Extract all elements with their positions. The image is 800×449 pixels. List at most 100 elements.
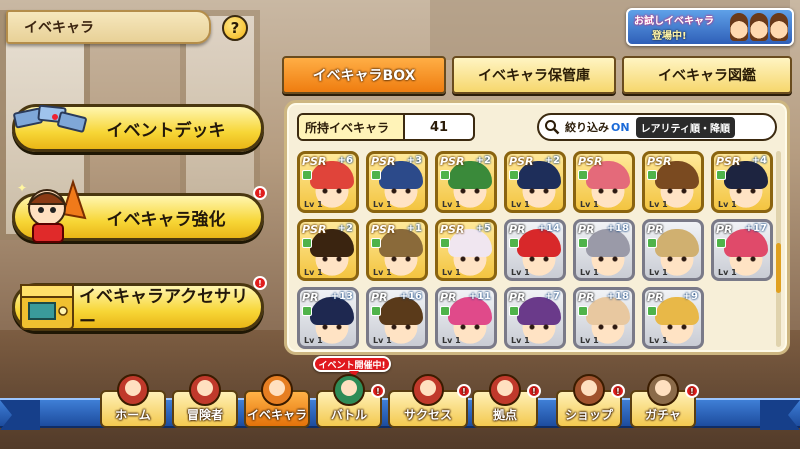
- bonus-plus-value: +17: [744, 223, 767, 234]
- character-card[interactable]: PSR +2 Lv 1: [504, 151, 566, 213]
- page-title-scroll: イベキャラ: [6, 10, 211, 44]
- character-card[interactable]: PR +17 Lv 1: [711, 219, 773, 281]
- level-label: Lv 1: [649, 268, 668, 277]
- rarity-badge: PSR: [302, 155, 327, 168]
- event-character-enhance-button[interactable]: ✦ イベキャラ強化 !: [12, 178, 267, 243]
- gacha-icon: [647, 374, 679, 406]
- character-eyes: [598, 324, 618, 330]
- level-label: Lv 1: [304, 268, 323, 277]
- category-icon: [509, 306, 519, 316]
- nav-shop[interactable]: ショップ!: [556, 374, 625, 428]
- filter-sort-button[interactable]: 絞り込み ON レアリティ順・降順: [537, 113, 777, 141]
- help-button[interactable]: ?: [222, 15, 248, 41]
- level-label: Lv 1: [580, 268, 599, 277]
- treasure-chest-icon: [20, 284, 74, 330]
- nav-base[interactable]: 拠点!: [472, 374, 541, 428]
- home-icon: [117, 374, 149, 406]
- event-deck-button[interactable]: イベントデッキ: [12, 104, 264, 152]
- tab-event-character-encyclopedia[interactable]: イベキャラ図鑑: [622, 56, 792, 94]
- character-card[interactable]: PSR +6 Lv 1: [297, 151, 359, 213]
- nav-event-character[interactable]: イベキャラ: [244, 374, 310, 428]
- rarity-badge: PR: [440, 291, 457, 304]
- character-eyes: [529, 256, 549, 262]
- bonus-plus-value: +16: [399, 291, 422, 302]
- level-label: Lv 1: [718, 268, 737, 277]
- character-eyes: [736, 188, 756, 194]
- category-icon: [371, 170, 381, 180]
- character-card[interactable]: PSR +3 Lv 1: [366, 151, 428, 213]
- character-card[interactable]: PR Lv 1: [642, 219, 704, 281]
- character-card[interactable]: PR +13 Lv 1: [297, 287, 359, 349]
- nav-home[interactable]: ホーム: [100, 374, 166, 428]
- category-icon: [302, 306, 312, 316]
- character-card[interactable]: PR +16 Lv 1: [366, 287, 428, 349]
- deck-cards-icon: [13, 104, 87, 133]
- character-card[interactable]: PSR +1 Lv 1: [366, 219, 428, 281]
- rarity-badge: PSR: [371, 155, 396, 168]
- shop-icon: [573, 374, 605, 406]
- svg-text:✦: ✦: [17, 181, 27, 195]
- character-card[interactable]: PSR +5 Lv 1: [435, 219, 497, 281]
- level-label: Lv 1: [718, 200, 737, 209]
- event-character-accessory-button[interactable]: イベキャラアクセサリー !: [12, 276, 267, 332]
- tab-event-character-storage[interactable]: イベキャラ保管庫: [452, 56, 616, 94]
- nav-success[interactable]: サクセス!: [388, 374, 471, 428]
- category-icon: [371, 238, 381, 248]
- filter-state: ON: [611, 120, 630, 134]
- level-label: Lv 1: [649, 200, 668, 209]
- character-card[interactable]: PR +11 Lv 1: [435, 287, 497, 349]
- level-label: Lv 1: [373, 268, 392, 277]
- notice-badge: !: [253, 276, 267, 290]
- rarity-badge: PSR: [302, 223, 327, 236]
- character-card[interactable]: PR +18 Lv 1: [573, 287, 635, 349]
- rarity-badge: PR: [647, 223, 664, 236]
- notice-badge: !: [253, 186, 267, 200]
- character-card[interactable]: PR +18 Lv 1: [573, 219, 635, 281]
- character-card[interactable]: PSR +2 Lv 1: [297, 219, 359, 281]
- character-card[interactable]: PR +7 Lv 1: [504, 287, 566, 349]
- bonus-plus-value: +1: [406, 223, 422, 234]
- level-label: Lv 1: [580, 336, 599, 345]
- character-eyes: [322, 188, 342, 194]
- tab-event-character-box[interactable]: イベキャラBOX: [282, 56, 446, 94]
- character-eyes: [529, 188, 549, 194]
- sort-order-label: レアリティ順・降順: [635, 116, 735, 138]
- character-eyes: [460, 324, 480, 330]
- category-icon: [578, 306, 588, 316]
- rarity-badge: PR: [578, 223, 595, 236]
- nav-battle[interactable]: バトル!: [316, 374, 385, 428]
- scrollbar-thumb[interactable]: [776, 243, 781, 293]
- trial-banner-characters: [730, 13, 788, 43]
- owned-count-box: 所持イベキャラ 41: [297, 113, 475, 141]
- bonus-plus-value: +2: [544, 155, 560, 166]
- character-card[interactable]: PR +9 Lv 1: [642, 287, 704, 349]
- level-label: Lv 1: [511, 336, 530, 345]
- notice-badge: !: [611, 384, 625, 398]
- character-card[interactable]: PSR +2 Lv 1: [435, 151, 497, 213]
- nav-gacha[interactable]: ガチャ!: [630, 374, 699, 428]
- character-eyes: [529, 324, 549, 330]
- rarity-badge: PSR: [440, 223, 465, 236]
- character-eyes: [736, 256, 756, 262]
- category-icon: [647, 306, 657, 316]
- bonus-plus-value: +18: [606, 223, 629, 234]
- category-icon: [440, 306, 450, 316]
- base-icon: [489, 374, 521, 406]
- character-card[interactable]: PSR Lv 1: [642, 151, 704, 213]
- nav-adventurer[interactable]: 冒険者: [172, 374, 238, 428]
- card-grid-scrollbar[interactable]: [776, 151, 781, 347]
- adventurer-icon: [189, 374, 221, 406]
- character-card[interactable]: PR +14 Lv 1: [504, 219, 566, 281]
- filter-label: 絞り込み: [565, 121, 609, 134]
- notice-badge: !: [371, 384, 385, 398]
- notice-badge: !: [527, 384, 541, 398]
- level-label: Lv 1: [442, 200, 461, 209]
- bonus-plus-value: +14: [537, 223, 560, 234]
- character-card[interactable]: PSR Lv 1: [573, 151, 635, 213]
- rarity-badge: PR: [716, 223, 733, 236]
- category-icon: [716, 170, 726, 180]
- trial-event-character-banner[interactable]: お試しイベキャラ 登場中!: [626, 8, 794, 46]
- character-card[interactable]: PSR +4 Lv 1: [711, 151, 773, 213]
- level-label: Lv 1: [442, 336, 461, 345]
- level-label: Lv 1: [373, 200, 392, 209]
